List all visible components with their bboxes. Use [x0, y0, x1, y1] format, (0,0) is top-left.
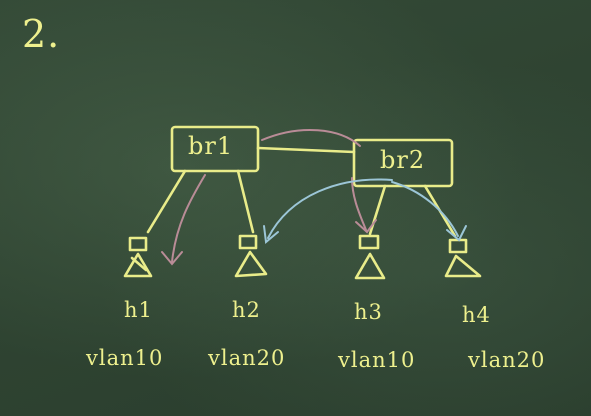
link-br1-br2 [256, 146, 356, 154]
host-h3-icon [354, 234, 386, 280]
link-br1-h1 [146, 169, 187, 234]
host-h4-label: h4 [462, 303, 491, 327]
host-h1-icon [123, 236, 153, 278]
arrow-blue-to-h4 [391, 181, 459, 237]
arrow-red-br1-to-br2 [261, 129, 361, 147]
host-h2-vlan: vlan20 [208, 346, 286, 370]
host-h4-vlan: vlan20 [468, 348, 546, 372]
host-h3-vlan: vlan10 [338, 348, 416, 372]
arrow-red-br1-to-h1 [171, 174, 206, 263]
switch-br2-label: br2 [380, 146, 426, 174]
arrow-blue-to-h2 [267, 178, 393, 239]
chalkboard: 2. br1 br2 h1 h2 h3 h4 vlan10 vlan20 vla… [0, 0, 591, 416]
problem-number: 2. [22, 12, 61, 56]
host-h1-vlan: vlan10 [86, 346, 164, 370]
host-h2-label: h2 [232, 298, 261, 322]
host-h2-icon [234, 234, 268, 278]
link-br1-h2 [236, 169, 255, 234]
switch-br1-label: br1 [188, 132, 234, 160]
host-h1-label: h1 [124, 298, 153, 322]
host-h4-icon [444, 238, 482, 278]
host-h3-label: h3 [354, 300, 383, 324]
link-br2-h3 [368, 184, 387, 236]
